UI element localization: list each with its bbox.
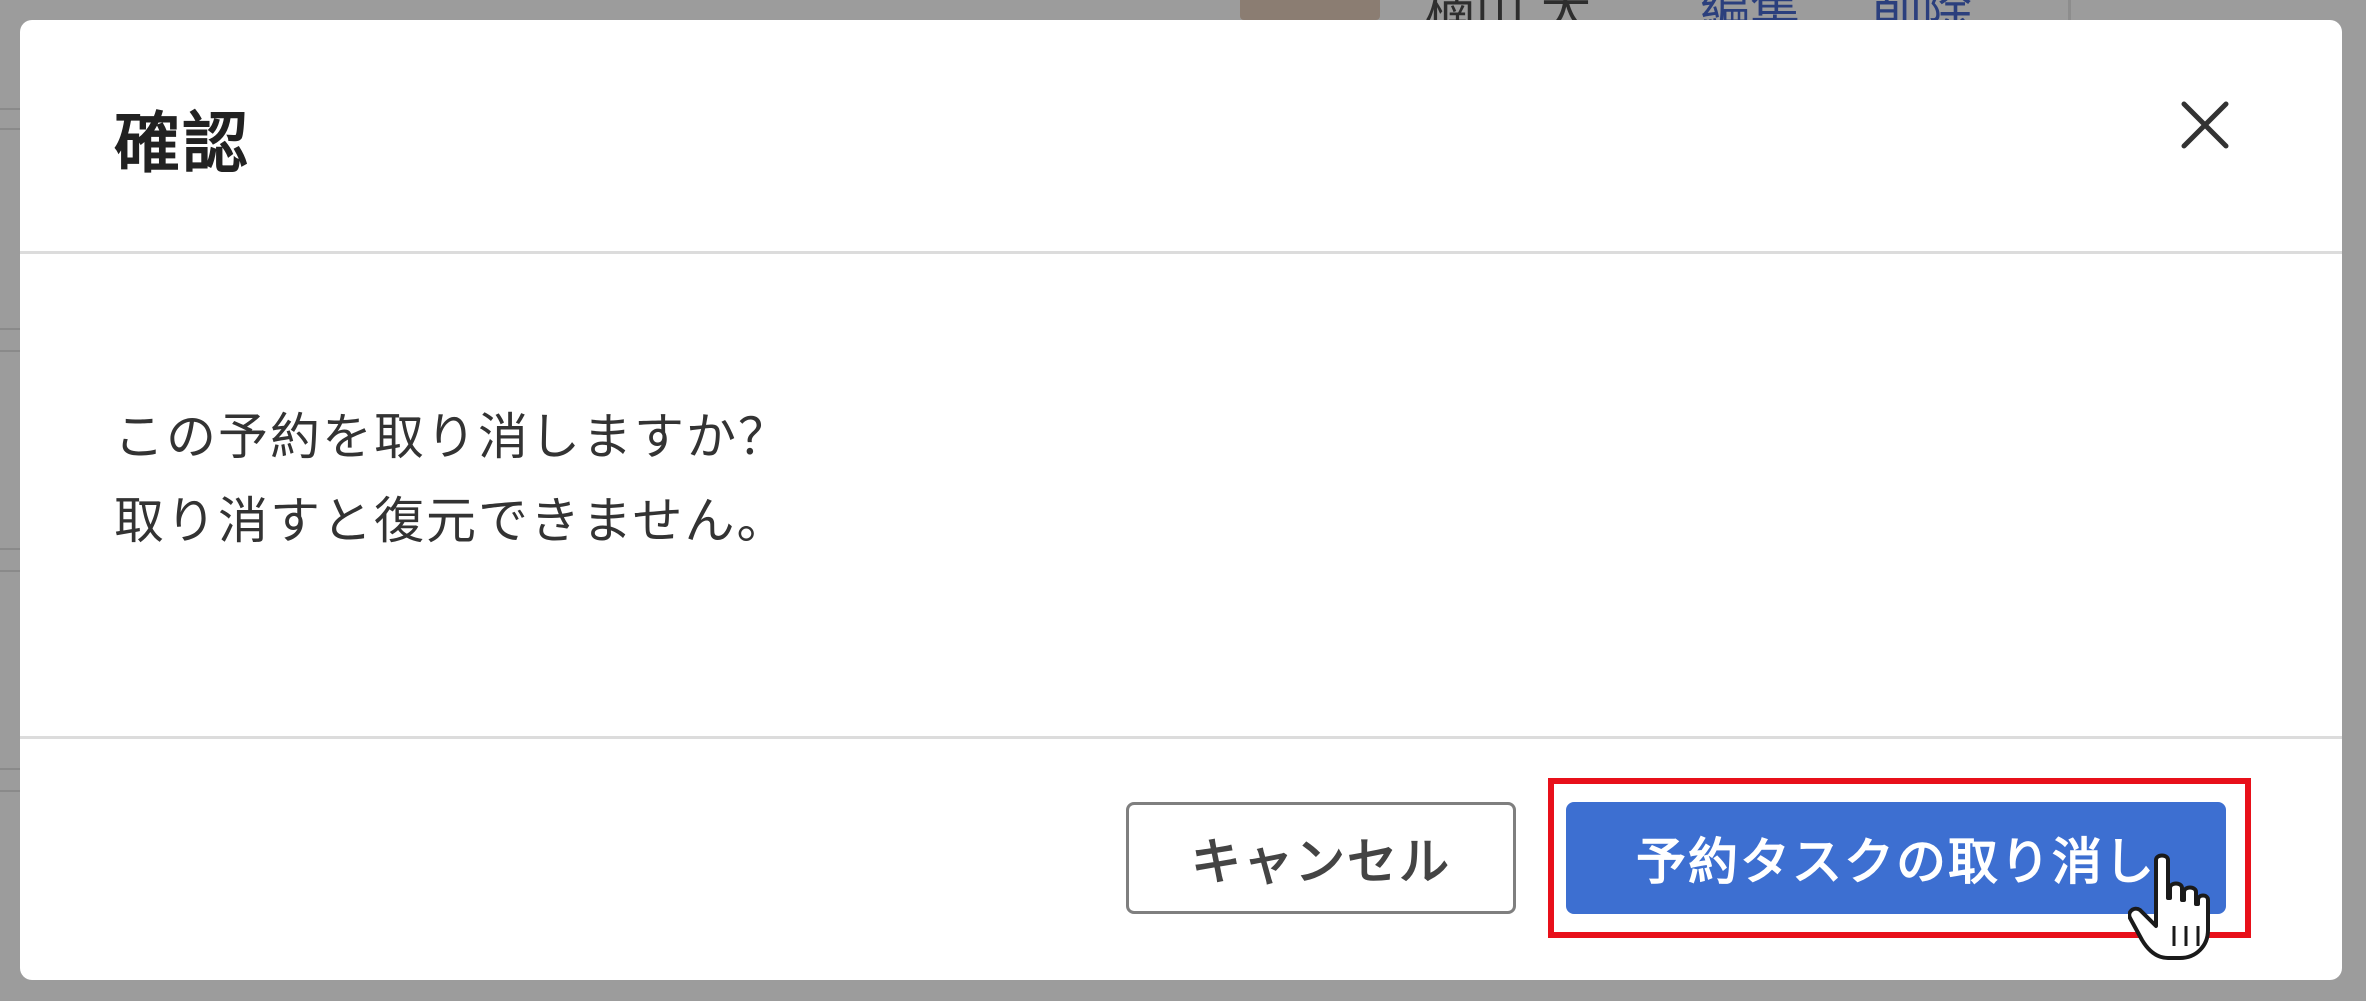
dialog-title: 確認: [114, 105, 250, 182]
table-row-divider: [0, 768, 22, 770]
dialog-message-line: 取り消すと復元できません。: [114, 492, 789, 550]
table-row-divider: [0, 128, 22, 130]
table-row-divider: [0, 570, 22, 572]
dialog-message-line: この予約を取り消しますか？: [114, 408, 790, 466]
close-icon: [2181, 101, 2229, 149]
table-row-divider: [0, 108, 22, 110]
dialog-header: 確認: [20, 20, 2342, 254]
table-row-divider: [0, 350, 22, 352]
close-button[interactable]: [2170, 90, 2240, 160]
table-row-divider: [0, 548, 22, 550]
table-row-divider: [0, 328, 22, 330]
table-row-divider: [0, 790, 22, 792]
avatar: [1240, 0, 1380, 20]
cancel-reservation-button[interactable]: 予約タスクの取り消し: [1566, 802, 2226, 914]
dialog-body: この予約を取り消しますか？ 取り消すと復元できません。: [114, 395, 2248, 563]
cancel-button[interactable]: キャンセル: [1126, 802, 1516, 914]
table-divider: [2068, 0, 2071, 22]
